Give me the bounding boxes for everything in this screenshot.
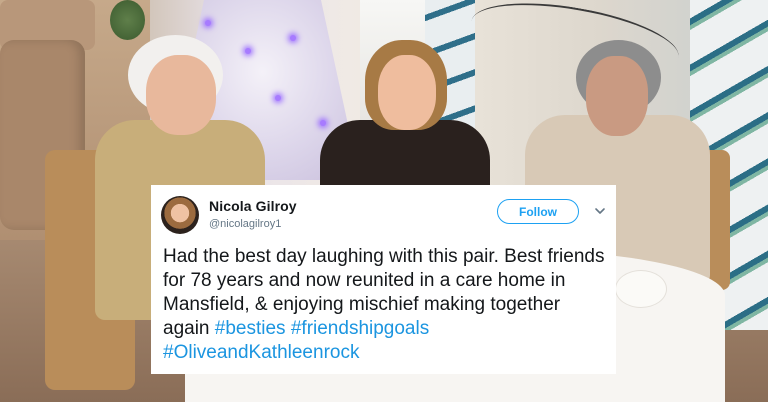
hashtag-link[interactable]: #OliveandKathleenrock (163, 342, 359, 363)
tweet-text: Had the best day laughing with this pair… (163, 245, 608, 365)
tree-light (275, 95, 281, 101)
tweet-card: Nicola Gilroy @nicolagilroy1 Follow Had … (151, 185, 616, 374)
person-face (378, 55, 436, 130)
tree-light (290, 35, 296, 41)
follow-button[interactable]: Follow (497, 199, 579, 224)
avatar[interactable] (161, 196, 199, 234)
tree-light (245, 48, 251, 54)
author-handle[interactable]: @nicolagilroy1 (209, 218, 281, 230)
plate (615, 270, 667, 308)
plant (110, 0, 145, 40)
chevron-down-icon[interactable] (594, 205, 606, 217)
person-face (146, 55, 216, 135)
tree-light (205, 20, 211, 26)
person-face (586, 56, 648, 136)
tree-light (320, 120, 326, 126)
hashtag-link[interactable]: #besties (215, 318, 286, 339)
author-name[interactable]: Nicola Gilroy (209, 198, 297, 214)
hashtag-link[interactable]: #friendshipgoals (291, 318, 429, 339)
